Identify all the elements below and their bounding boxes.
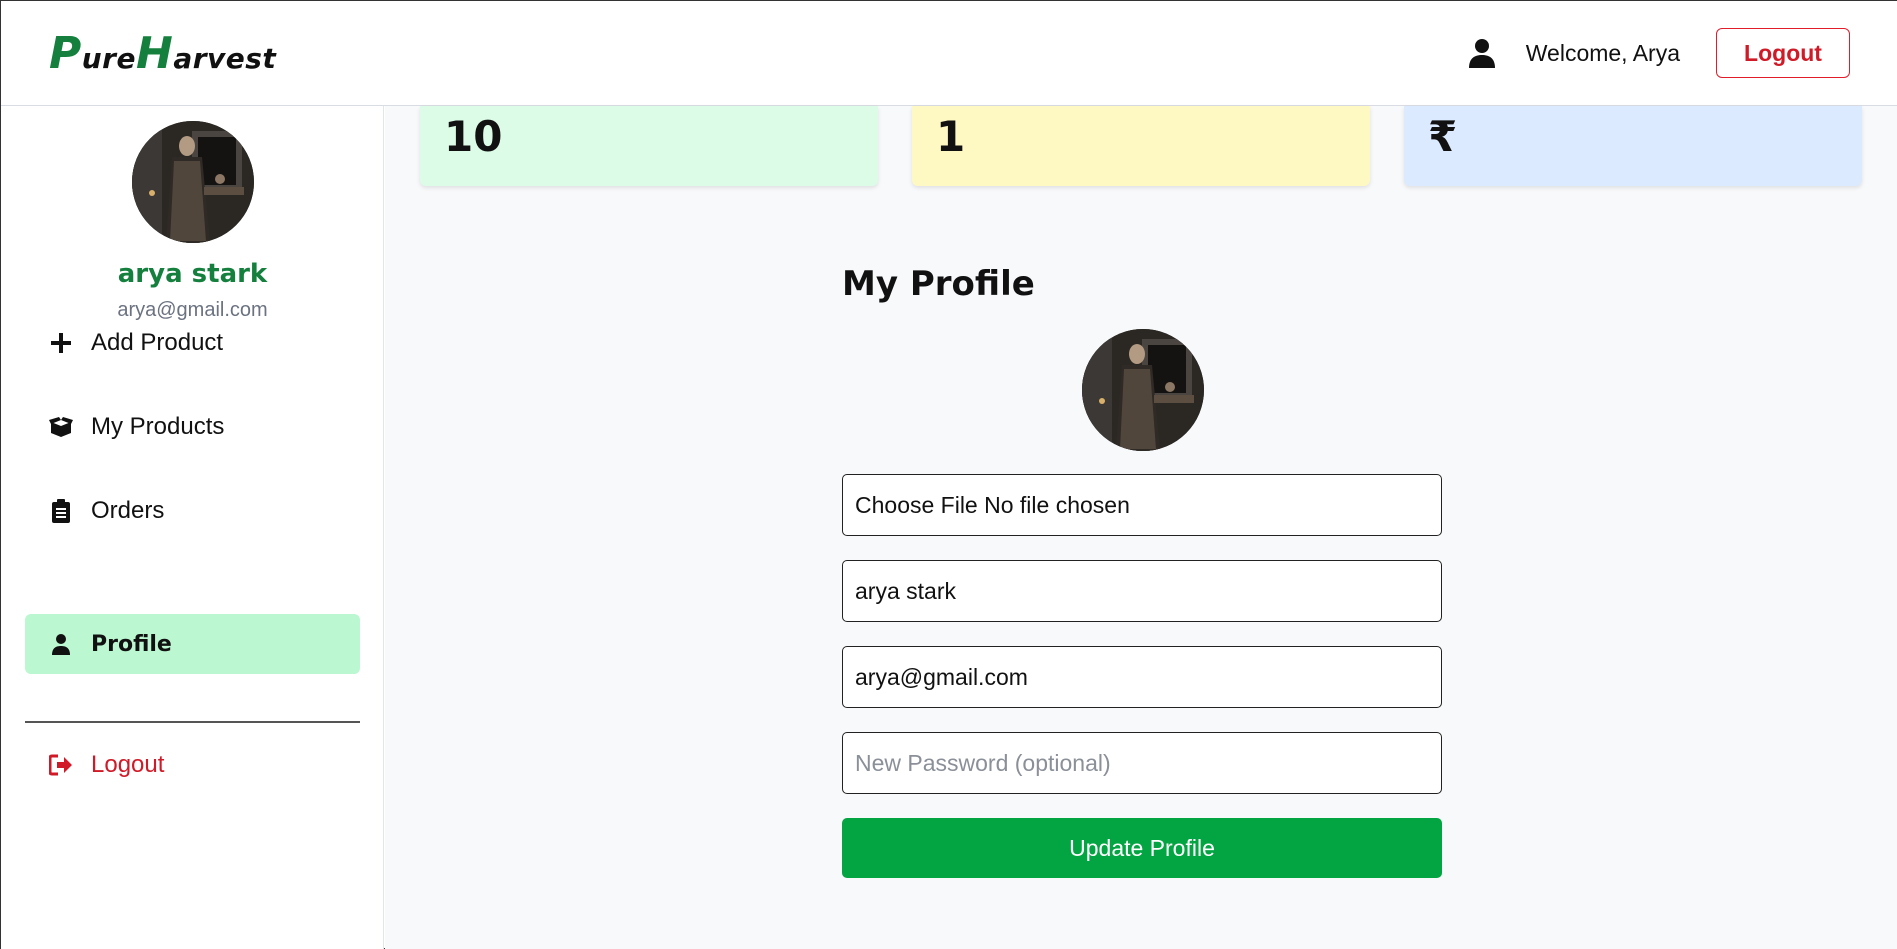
user-icon [1466,37,1498,69]
email-input[interactable] [855,663,1441,691]
user-icon [49,632,73,656]
main-content: 10 1 ₹ My Profile Choose File No file ch… [385,106,1897,949]
stat-card-revenue: ₹ [1404,106,1862,186]
update-profile-button[interactable]: Update Profile [842,818,1442,878]
sidebar-item-label: Profile [91,631,172,657]
sidebar-logout-button[interactable]: Logout [25,735,360,795]
profile-avatar [1082,329,1204,451]
brand-logo[interactable]: Pure Harvest [49,28,276,79]
sidebar-item-label: Add Product [91,329,224,356]
header-logout-button[interactable]: Logout [1716,28,1850,78]
sidebar-item-orders[interactable]: Orders [25,481,360,541]
password-input[interactable] [855,749,1441,777]
file-status-text: No file chosen [984,491,1130,518]
sidebar-item-my-products[interactable]: My Products [25,397,360,457]
welcome-text: Welcome, Arya [1525,39,1680,66]
logo-text-arvest: arvest [173,41,277,75]
logo-letter-p: P [49,27,82,79]
logo-text-ure: ure [81,41,136,75]
choose-file-button[interactable]: Choose File [855,492,978,519]
clipboard-icon [49,499,73,523]
profile-image-file-input[interactable]: Choose File No file chosen [842,474,1442,536]
top-navbar: Pure Harvest Welcome, Arya Logout [1,1,1897,106]
sidebar-logout-label: Logout [91,751,165,778]
sidebar-item-label: Orders [91,497,165,524]
name-input[interactable] [855,577,1441,605]
sidebar-avatar [132,121,254,243]
header-user-area: Welcome, Arya Logout [1466,28,1850,78]
sidebar-user-name: arya stark [117,259,268,289]
sidebar-item-label: My Products [91,413,225,440]
sign-out-icon [49,753,73,777]
sidebar: arya stark arya@gmail.com Add Product My… [1,106,384,949]
box-icon [49,415,73,439]
email-field-wrapper [842,646,1442,708]
sidebar-item-add-product[interactable]: Add Product [25,313,360,373]
sidebar-divider [25,721,360,723]
page-title: My Profile [842,264,1035,304]
sidebar-item-profile[interactable]: Profile [25,614,360,674]
logo-letter-h: H [135,27,174,79]
password-field-wrapper [842,732,1442,794]
stat-card-products: 10 [420,106,878,186]
stat-card-orders: 1 [912,106,1370,186]
plus-icon [49,331,73,355]
name-field-wrapper [842,560,1442,622]
